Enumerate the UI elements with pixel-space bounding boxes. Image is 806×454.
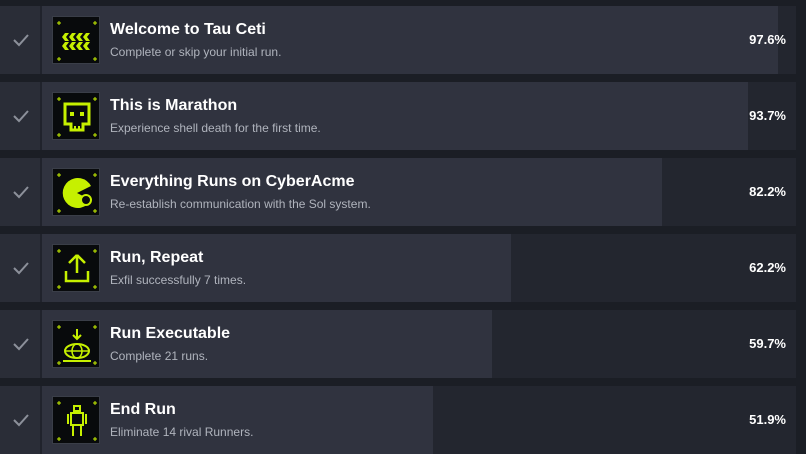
- rarity-bar-track: [42, 82, 796, 150]
- unlocked-check-cell: [0, 310, 40, 378]
- achievement-row[interactable]: Welcome to Tau Ceti Complete or skip you…: [0, 6, 796, 74]
- rarity-bar-track: [42, 158, 796, 226]
- checkmark-icon: [13, 414, 29, 427]
- achievement-description: Experience shell death for the first tim…: [110, 121, 321, 135]
- unlock-percent: 59.7%: [749, 336, 786, 351]
- rarity-bar-track: [42, 310, 796, 378]
- unlocked-check-cell: [0, 6, 40, 74]
- unlock-percent: 62.2%: [749, 260, 786, 275]
- achievement-title: Run Executable: [110, 325, 231, 342]
- achievement-description: Re-establish communication with the Sol …: [110, 197, 371, 211]
- rarity-bar-track: [42, 386, 796, 454]
- checkmark-icon: [13, 262, 29, 275]
- unlock-percent: 51.9%: [749, 412, 786, 427]
- achievement-row[interactable]: Run Executable Complete 21 runs. 59.7%: [0, 310, 796, 378]
- checkmark-icon: [13, 34, 29, 47]
- unlock-percent: 93.7%: [749, 108, 786, 123]
- achievement-list: Welcome to Tau Ceti Complete or skip you…: [0, 0, 806, 454]
- rarity-bar-fill: [42, 158, 662, 226]
- achievement-title: This is Marathon: [110, 97, 238, 114]
- unlock-percent: 82.2%: [749, 184, 786, 199]
- unlocked-check-cell: [0, 386, 40, 454]
- achievement-description: Complete 21 runs.: [110, 349, 209, 363]
- rarity-bar-fill: [42, 310, 493, 378]
- achievement-row[interactable]: Run, Repeat Exfil successfully 7 times. …: [0, 234, 796, 302]
- runner-figure-icon: [52, 396, 100, 444]
- rarity-bar-fill: [42, 234, 511, 302]
- achievement-row[interactable]: This is Marathon Experience shell death …: [0, 82, 796, 150]
- skull-icon: [52, 92, 100, 140]
- unlocked-check-cell: [0, 158, 40, 226]
- rarity-bar-fill: [42, 6, 778, 74]
- rarity-bar-fill: [42, 82, 749, 150]
- checkmark-icon: [13, 338, 29, 351]
- unlocked-check-cell: [0, 82, 40, 150]
- checkmark-icon: [13, 110, 29, 123]
- achievement-description: Exfil successfully 7 times.: [110, 273, 247, 287]
- achievement-row[interactable]: Everything Runs on CyberAcme Re-establis…: [0, 158, 796, 226]
- achievement-description: Eliminate 14 rival Runners.: [110, 425, 254, 439]
- box-upload-icon: [52, 244, 100, 292]
- unlocked-check-cell: [0, 234, 40, 302]
- pac-signal-icon: [52, 168, 100, 216]
- achievement-title: Everything Runs on CyberAcme: [110, 173, 355, 190]
- globe-download-icon: [52, 320, 100, 368]
- achievement-description: Complete or skip your initial run.: [110, 45, 282, 59]
- achievement-title: Welcome to Tau Ceti: [110, 21, 266, 38]
- checkmark-icon: [13, 186, 29, 199]
- achievement-title: End Run: [110, 401, 176, 418]
- unlock-percent: 97.6%: [749, 32, 786, 47]
- rarity-bar-track: [42, 6, 796, 74]
- achievement-title: Run, Repeat: [110, 249, 204, 266]
- chevron-pattern-icon: [52, 16, 100, 64]
- rarity-bar-track: [42, 234, 796, 302]
- achievement-row[interactable]: End Run Eliminate 14 rival Runners. 51.9…: [0, 386, 796, 454]
- scroll-gutter: [796, 0, 806, 452]
